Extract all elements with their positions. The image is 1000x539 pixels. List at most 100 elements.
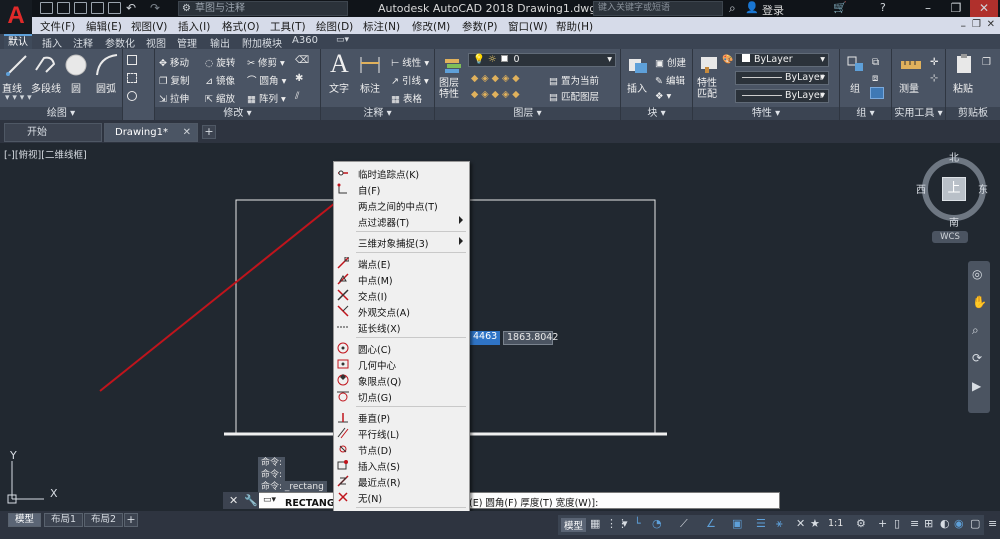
model-layout-tab[interactable]: 模型: [8, 513, 42, 527]
text-label[interactable]: 文字: [329, 80, 349, 95]
menu-view[interactable]: 视图(V): [131, 19, 167, 34]
stretch-tool[interactable]: ⇲ 拉伸: [159, 91, 189, 105]
tab-parametric[interactable]: 参数化: [105, 35, 135, 50]
menu-parametric[interactable]: 参数(P): [462, 19, 498, 34]
polyline-label[interactable]: 多段线: [31, 80, 61, 95]
snap-menu-item[interactable]: 自(F): [334, 181, 469, 197]
workspace-switch-icon[interactable]: ⚙: [856, 517, 866, 530]
print-icon[interactable]: [108, 2, 121, 14]
workspace-select[interactable]: ⚙ 草图与注释: [178, 1, 348, 16]
units-icon[interactable]: ▯: [894, 517, 900, 530]
compass-south[interactable]: 南: [949, 214, 959, 229]
close-command-icon[interactable]: ✕: [229, 494, 238, 507]
snap-menu-item[interactable]: 外观交点(A): [334, 303, 469, 319]
edit-block-button[interactable]: ✎ 编辑: [655, 73, 685, 87]
annotation-scale[interactable]: 1:1: [828, 518, 843, 529]
selection-cycling-icon[interactable]: ✕: [796, 517, 805, 530]
leader-tool[interactable]: ↗ 引线 ▾: [391, 73, 429, 87]
quick-properties-icon[interactable]: ≡: [910, 517, 919, 530]
fillet-tool[interactable]: ⌒ 圆角 ▾: [247, 73, 286, 87]
tab-addins[interactable]: 附加模块: [242, 35, 282, 50]
group-select-icon[interactable]: [870, 87, 884, 99]
snap-menu-item[interactable]: 延长线(X): [334, 319, 469, 335]
copy-clip-icon[interactable]: ❐: [982, 57, 991, 68]
osnap-tracking-icon[interactable]: ∠: [706, 517, 716, 530]
snap-menu-item[interactable]: 切点(G): [334, 388, 469, 404]
tab-insert[interactable]: 插入: [42, 35, 62, 50]
arc-label[interactable]: 圆弧: [96, 80, 116, 95]
drawing-tab[interactable]: Drawing1* ✕: [104, 123, 198, 142]
copy-tool[interactable]: ❐ 复制: [159, 73, 190, 87]
drawing-canvas[interactable]: [-][俯视][二维线框] Y X 上 北 南 西 东 WCS ◎ ✋ ⌕ ⟳ …: [0, 143, 1000, 511]
text-icon[interactable]: A: [330, 49, 349, 79]
match-layer-button[interactable]: ▤ 匹配图层: [549, 89, 599, 103]
tab-a360[interactable]: A360: [292, 35, 318, 46]
polar-tracking-icon[interactable]: ◔: [652, 517, 662, 530]
menu-dimension[interactable]: 标注(N): [363, 19, 400, 34]
dimension-icon[interactable]: [359, 55, 381, 75]
annotation-visibility-icon[interactable]: ★: [810, 517, 820, 530]
trim-tool[interactable]: ✂ 修剪 ▾: [247, 55, 285, 69]
modify-panel-title[interactable]: 修改 ▾: [155, 107, 320, 120]
dynamic-x-input[interactable]: 4463: [470, 331, 500, 345]
store-icon[interactable]: 🛒: [833, 1, 847, 14]
paste-icon[interactable]: [954, 53, 974, 75]
compass-north[interactable]: 北: [949, 149, 959, 164]
app-logo[interactable]: A: [0, 0, 32, 36]
new-file-icon[interactable]: [40, 2, 53, 14]
insert-block-icon[interactable]: [627, 55, 649, 75]
compass-west[interactable]: 西: [916, 181, 926, 196]
doc-minimize-button[interactable]: –: [961, 19, 967, 32]
group-icon[interactable]: [846, 53, 866, 75]
circle-label[interactable]: 圆: [71, 80, 81, 95]
point-icon[interactable]: ✛: [930, 57, 938, 68]
close-button[interactable]: ✕: [970, 0, 998, 17]
start-tab[interactable]: 开始: [4, 123, 102, 142]
snap-menu-item[interactable]: 临时追踪点(K): [334, 165, 469, 181]
color-wheel-icon[interactable]: 🎨: [722, 55, 733, 65]
snap-menu-item[interactable]: 几何中心: [334, 356, 469, 372]
add-scale-icon[interactable]: +: [878, 517, 887, 530]
menu-edit[interactable]: 编辑(E): [86, 19, 122, 34]
utilities-panel-title[interactable]: 实用工具 ▾: [892, 107, 945, 120]
snap-menu-item[interactable]: 节点(D): [334, 441, 469, 457]
clipboard-panel-title[interactable]: 剪贴板: [946, 107, 1000, 120]
customization-icon[interactable]: ≡: [988, 517, 997, 530]
steering-wheel-icon[interactable]: ◎: [972, 267, 982, 281]
dynamic-y-input[interactable]: 1863.8042: [503, 331, 558, 345]
snap-menu-item[interactable]: 交点(I): [334, 287, 469, 303]
snap-menu-item[interactable]: 三维对象捕捉(3): [334, 234, 469, 250]
wcs-menu[interactable]: WCS: [932, 231, 968, 243]
compass-east[interactable]: 东: [978, 181, 988, 196]
linetype-select[interactable]: ByLayer ▾: [735, 71, 829, 85]
groups-panel-title[interactable]: 组 ▾: [840, 107, 891, 120]
snap-menu-item[interactable]: 无(N): [334, 489, 469, 505]
snap-menu-item[interactable]: 端点(E): [334, 255, 469, 271]
linear-dim-tool[interactable]: ⊢ 线性 ▾: [391, 55, 429, 69]
layer-properties-label[interactable]: 图层 特性: [439, 78, 459, 100]
layout1-tab[interactable]: 布局1: [44, 513, 84, 527]
infer-constraints-icon[interactable]: ▾: [622, 517, 628, 530]
snap-menu-item[interactable]: 平行线(L): [334, 425, 469, 441]
command-line[interactable]: ✕ 🔧 ▭▾ RECTANG 指 (E) 圆角(F) 厚度(T) 宽度(W)]:: [223, 492, 780, 509]
line-icon[interactable]: [6, 54, 28, 76]
block-panel-title[interactable]: 块 ▾: [621, 107, 692, 120]
offset-icon[interactable]: ⫽: [295, 91, 299, 102]
transparency-icon[interactable]: ⚹: [776, 517, 783, 531]
erase-icon[interactable]: ⌫: [295, 55, 309, 66]
ortho-icon[interactable]: └: [634, 517, 641, 530]
osnap-icon[interactable]: ▣: [732, 517, 742, 530]
menu-modify[interactable]: 修改(M): [412, 19, 450, 34]
set-current-button[interactable]: ▤ 置为当前: [549, 73, 599, 87]
match-properties-label[interactable]: 特性 匹配: [697, 78, 717, 100]
hatch-icon[interactable]: [127, 73, 137, 83]
new-layout-button[interactable]: +: [124, 513, 138, 527]
grid-icon[interactable]: ▦: [590, 517, 600, 530]
menu-file[interactable]: 文件(F): [40, 19, 75, 34]
save-as-icon[interactable]: [91, 2, 104, 14]
lineweight-select[interactable]: ByLayer ▾: [735, 89, 829, 103]
annotation-panel-title[interactable]: 注释 ▾: [321, 107, 434, 120]
snap-menu-item[interactable]: 圆心(C): [334, 340, 469, 356]
pan-hand-icon[interactable]: ✋: [972, 295, 987, 309]
match-properties-icon[interactable]: [699, 55, 719, 75]
